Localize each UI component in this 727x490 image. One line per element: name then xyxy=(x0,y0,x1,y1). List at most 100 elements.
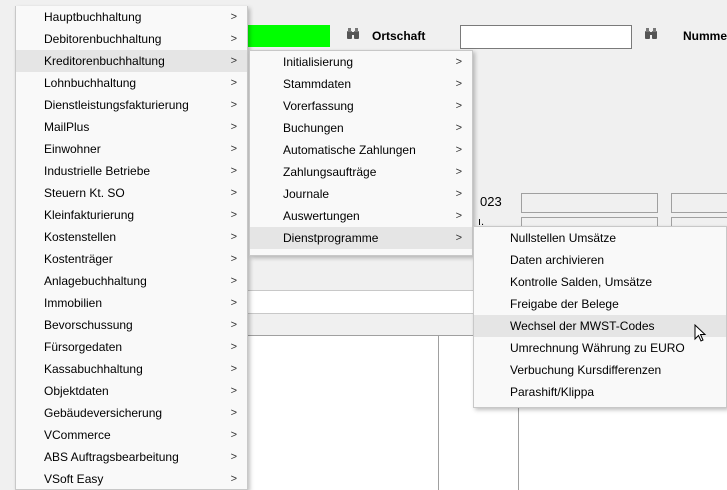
menu-item-kostenträger[interactable]: Kostenträger > xyxy=(16,248,247,270)
menu-item-label: VSoft Easy xyxy=(44,472,104,486)
chevron-right-icon: > xyxy=(230,55,237,67)
chevron-right-icon: > xyxy=(455,122,462,134)
menu-item-label: Auswertungen xyxy=(283,209,360,223)
chevron-right-icon: > xyxy=(230,121,237,133)
main-menu: Hauptbuchhaltung > Debitorenbuchhaltung > Kr… xyxy=(15,6,248,490)
chevron-right-icon: > xyxy=(230,77,237,89)
menu-item-kreditorenbuchhaltung[interactable]: Kreditorenbuchhaltung > xyxy=(16,50,247,72)
nummer-label: Nummer xyxy=(683,29,727,43)
chevron-right-icon: > xyxy=(230,429,237,441)
chevron-right-icon: > xyxy=(455,100,462,112)
menu-item-fürsorgedaten[interactable]: Fürsorgedaten > xyxy=(16,336,247,358)
data-cell[interactable] xyxy=(521,193,658,213)
partial-value: 023 xyxy=(480,194,502,209)
menu-item-label: Kostenstellen xyxy=(44,230,117,244)
ortschaft-input[interactable] xyxy=(460,25,632,49)
chevron-right-icon: > xyxy=(455,232,462,244)
menu-item-label: Parashift/Klippa xyxy=(510,385,595,399)
menu-item-hauptbuchhaltung[interactable]: Hauptbuchhaltung > xyxy=(16,6,247,28)
menu-item-anlagebuchhaltung[interactable]: Anlagebuchhaltung > xyxy=(16,270,247,292)
menu-item-zahlungsaufträge[interactable]: Zahlungsaufträge > xyxy=(250,161,472,183)
chevron-right-icon: > xyxy=(230,143,237,155)
menu-item-debitorenbuchhaltung[interactable]: Debitorenbuchhaltung > xyxy=(16,28,247,50)
menu-item-dienstprogramme[interactable]: Dienstprogramme > xyxy=(250,227,472,249)
chevron-right-icon: > xyxy=(230,209,237,221)
menu-item-journale[interactable]: Journale > xyxy=(250,183,472,205)
menu-item-label: Kostenträger xyxy=(44,252,113,266)
menu-item-label: Buchungen xyxy=(283,121,344,135)
chevron-right-icon: > xyxy=(230,231,237,243)
menu-item-kostenstellen[interactable]: Kostenstellen > xyxy=(16,226,247,248)
menu-item-kleinfakturierung[interactable]: Kleinfakturierung > xyxy=(16,204,247,226)
menu-item-label: Kontrolle Salden, Umsätze xyxy=(510,275,653,289)
menu-item-buchungen[interactable]: Buchungen > xyxy=(250,117,472,139)
menu-item-label: ABS Auftragsbearbeitung xyxy=(44,450,179,464)
menu-item-label: Zahlungsaufträge xyxy=(283,165,377,179)
menu-item-label: Objektdaten xyxy=(44,384,109,398)
menu-item-label: Einwohner xyxy=(44,142,101,156)
menu-item-dienstleistungsfakturierung[interactable]: Dienstleistungsfakturierung > xyxy=(16,94,247,116)
menu-item-freigabe-der-belege[interactable]: Freigabe der Belege xyxy=(474,293,726,315)
chevron-right-icon: > xyxy=(230,319,237,331)
data-cell[interactable] xyxy=(671,193,727,213)
menu-item-einwohner[interactable]: Einwohner > xyxy=(16,138,247,160)
menu-item-label: Automatische Zahlungen xyxy=(283,143,416,157)
menu-item-kontrolle-salden-umsätze[interactable]: Kontrolle Salden, Umsätze xyxy=(474,271,726,293)
menu-item-label: Journale xyxy=(283,187,330,201)
menu-item-label: Dienstprogramme xyxy=(283,231,379,245)
menu-item-label: Anlagebuchhaltung xyxy=(44,274,147,288)
menu-item-auswertungen[interactable]: Auswertungen > xyxy=(250,205,472,227)
menu-item-initialisierung[interactable]: Initialisierung > xyxy=(250,51,472,73)
chevron-right-icon: > xyxy=(230,407,237,419)
menu-item-objektdaten[interactable]: Objektdaten > xyxy=(16,380,247,402)
menu-item-vcommerce[interactable]: VCommerce > xyxy=(16,424,247,446)
chevron-right-icon: > xyxy=(455,166,462,178)
menu-item-mailplus[interactable]: MailPlus > xyxy=(16,116,247,138)
menu-item-gebäudeversicherung[interactable]: Gebäudeversicherung > xyxy=(16,402,247,424)
chevron-right-icon: > xyxy=(455,210,462,222)
menu-item-bevorschussung[interactable]: Bevorschussung > xyxy=(16,314,247,336)
menu-item-label: Verbuchung Kursdifferenzen xyxy=(510,363,662,377)
menu-item-abs-auftragsbearbeitung[interactable]: ABS Auftragsbearbeitung > xyxy=(16,446,247,468)
binoculars-search-icon-2[interactable] xyxy=(643,27,659,41)
chevron-right-icon: > xyxy=(455,78,462,90)
grid-divider xyxy=(438,335,439,490)
menu-item-label: Umrechnung Währung zu EURO xyxy=(510,341,685,355)
chevron-right-icon: > xyxy=(455,144,462,156)
chevron-right-icon: > xyxy=(230,341,237,353)
menu-item-label: Hauptbuchhaltung xyxy=(44,10,142,24)
chevron-right-icon: > xyxy=(230,11,237,23)
menu-item-label: Daten archivieren xyxy=(510,253,605,267)
chevron-right-icon: > xyxy=(230,385,237,397)
menu-item-vorerfassung[interactable]: Vorerfassung > xyxy=(250,95,472,117)
menu-item-vsoft-easy[interactable]: VSoft Easy > xyxy=(16,468,247,490)
menu-item-label: Immobilien xyxy=(44,296,103,310)
menu-item-automatische-zahlungen[interactable]: Automatische Zahlungen > xyxy=(250,139,472,161)
menu-item-wechsel-der-mwst-codes[interactable]: Wechsel der MWST-Codes xyxy=(474,315,726,337)
menu-item-label: Dienstleistungsfakturierung xyxy=(44,98,189,112)
menu-item-steuern-kt-so[interactable]: Steuern Kt. SO > xyxy=(16,182,247,204)
menu-item-daten-archivieren[interactable]: Daten archivieren xyxy=(474,249,726,271)
chevron-right-icon: > xyxy=(230,165,237,177)
menu-item-label: Steuern Kt. SO xyxy=(44,186,125,200)
dienstprogramme-submenu: Nullstellen Umsätze Daten archivieren Kont… xyxy=(473,226,727,408)
chevron-right-icon: > xyxy=(230,363,237,375)
menu-item-stammdaten[interactable]: Stammdaten > xyxy=(250,73,472,95)
menu-item-label: Nullstellen Umsätze xyxy=(510,231,617,245)
menu-item-label: Kreditorenbuchhaltung xyxy=(44,54,165,68)
menu-item-label: Debitorenbuchhaltung xyxy=(44,32,162,46)
chevron-right-icon: > xyxy=(455,56,462,68)
menu-item-kassabuchhaltung[interactable]: Kassabuchhaltung > xyxy=(16,358,247,380)
menu-item-label: Freigabe der Belege xyxy=(510,297,619,311)
menu-item-parashift-klippa[interactable]: Parashift/Klippa xyxy=(474,381,726,403)
menu-item-label: Kassabuchhaltung xyxy=(44,362,143,376)
menu-item-lohnbuchhaltung[interactable]: Lohnbuchhaltung > xyxy=(16,72,247,94)
chevron-right-icon: > xyxy=(230,33,237,45)
binoculars-search-icon[interactable] xyxy=(345,27,361,41)
menu-item-industrielle-betriebe[interactable]: Industrielle Betriebe > xyxy=(16,160,247,182)
menu-item-immobilien[interactable]: Immobilien > xyxy=(16,292,247,314)
menu-item-nullstellen-umsätze[interactable]: Nullstellen Umsätze xyxy=(474,227,726,249)
menu-item-verbuchung-kursdifferenzen[interactable]: Verbuchung Kursdifferenzen xyxy=(474,359,726,381)
menu-item-label: Industrielle Betriebe xyxy=(44,164,151,178)
menu-item-umrechnung-währung-zu-euro[interactable]: Umrechnung Währung zu EURO xyxy=(474,337,726,359)
